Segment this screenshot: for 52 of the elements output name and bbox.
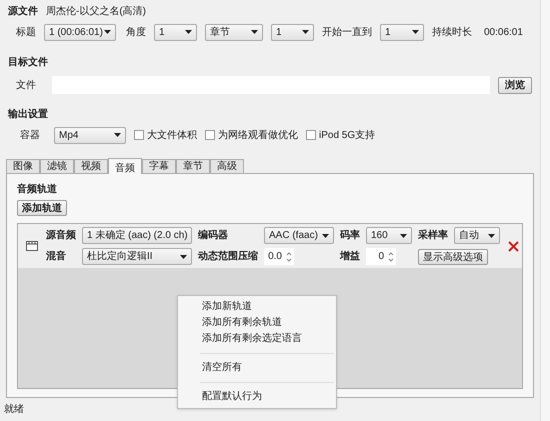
dropdown[interactable]: Mp4 bbox=[54, 126, 126, 144]
field-label: 文件 bbox=[16, 78, 36, 92]
spin-field[interactable]: 0.0 bbox=[264, 248, 294, 266]
source-name: 周杰伦-以父之名(高清) bbox=[46, 4, 146, 18]
dropdown[interactable]: 1 bbox=[154, 24, 197, 40]
tab[interactable]: 音频 bbox=[108, 158, 142, 174]
tab[interactable]: 滤镜 bbox=[40, 159, 74, 174]
tab[interactable]: 高级 bbox=[210, 159, 244, 174]
dropdown[interactable]: 1 bbox=[271, 24, 314, 40]
spin-field[interactable]: 0 bbox=[366, 248, 396, 266]
field-label: 容器 bbox=[20, 128, 40, 142]
checkbox-label: 大文件体积 bbox=[147, 128, 197, 142]
field-label: 持续时长 bbox=[432, 26, 472, 40]
tab[interactable]: 章节 bbox=[176, 159, 210, 174]
field-label: 采样率 bbox=[418, 228, 448, 244]
field-label: 动态范围压缩 bbox=[198, 250, 258, 264]
tab[interactable]: 视频 bbox=[74, 159, 108, 174]
duration-value: 00:06:01 bbox=[484, 26, 523, 40]
status-text: 就绪 bbox=[4, 402, 24, 418]
dropdown[interactable]: 章节 bbox=[205, 24, 263, 40]
field-label: 开始一直到 bbox=[322, 26, 372, 40]
section-heading: 输出设置 bbox=[8, 108, 49, 122]
field-label: 增益 bbox=[340, 250, 360, 264]
menu-item[interactable]: 添加所有剩余轨道 bbox=[178, 315, 336, 331]
field-label: 标题 bbox=[16, 26, 36, 40]
dropdown[interactable]: 1 (00:06:01) bbox=[44, 24, 116, 40]
field-label: 角度 bbox=[126, 26, 146, 40]
section-heading: 音频轨道 bbox=[17, 182, 58, 198]
section-heading: 源文件 bbox=[8, 4, 38, 18]
checkbox-label: 为网络观看做优化 bbox=[218, 128, 298, 142]
menu-item[interactable]: 添加所有剩余选定语言 bbox=[178, 331, 336, 347]
dropdown[interactable]: 1 未确定 (aac) (2.0 ch) bbox=[82, 227, 192, 244]
checkbox-label: iPod 5G支持 bbox=[319, 128, 376, 142]
dropdown[interactable]: 1 bbox=[380, 24, 424, 40]
dropdown[interactable]: 自动 bbox=[454, 227, 500, 244]
section-heading: 目标文件 bbox=[8, 56, 49, 70]
add-track-button[interactable]: 添加轨道 bbox=[17, 200, 67, 216]
field-label: 编码器 bbox=[198, 228, 229, 244]
tab[interactable]: 图像 bbox=[6, 159, 40, 174]
advanced-options-button[interactable]: 显示高级选项 bbox=[418, 248, 488, 265]
tab[interactable]: 字幕 bbox=[142, 159, 176, 174]
dropdown[interactable]: 160 bbox=[366, 227, 412, 244]
field-label: 源音频 bbox=[46, 228, 76, 244]
menu-item[interactable]: 添加新轨道 bbox=[178, 299, 336, 315]
dropdown[interactable]: 杜比定向逻辑II bbox=[82, 248, 192, 266]
menu-item[interactable]: 配置默认行为 bbox=[178, 389, 336, 405]
field-label: 混音 bbox=[46, 249, 67, 264]
browse-button[interactable]: 浏览 bbox=[498, 76, 532, 94]
menu-item[interactable]: 清空所有 bbox=[178, 360, 336, 376]
dropdown[interactable]: AAC (faac) bbox=[264, 227, 334, 244]
field-label: 码率 bbox=[340, 228, 360, 244]
track-row[interactable]: 源音频 1 未确定 (aac) (2.0 ch) 编码器 AAC (faac) 码率 160 采样率 自动 混音 杜比定向逻辑II 动态范围压缩 0.0 增益 0 显示高级选项 bbox=[18, 224, 522, 268]
